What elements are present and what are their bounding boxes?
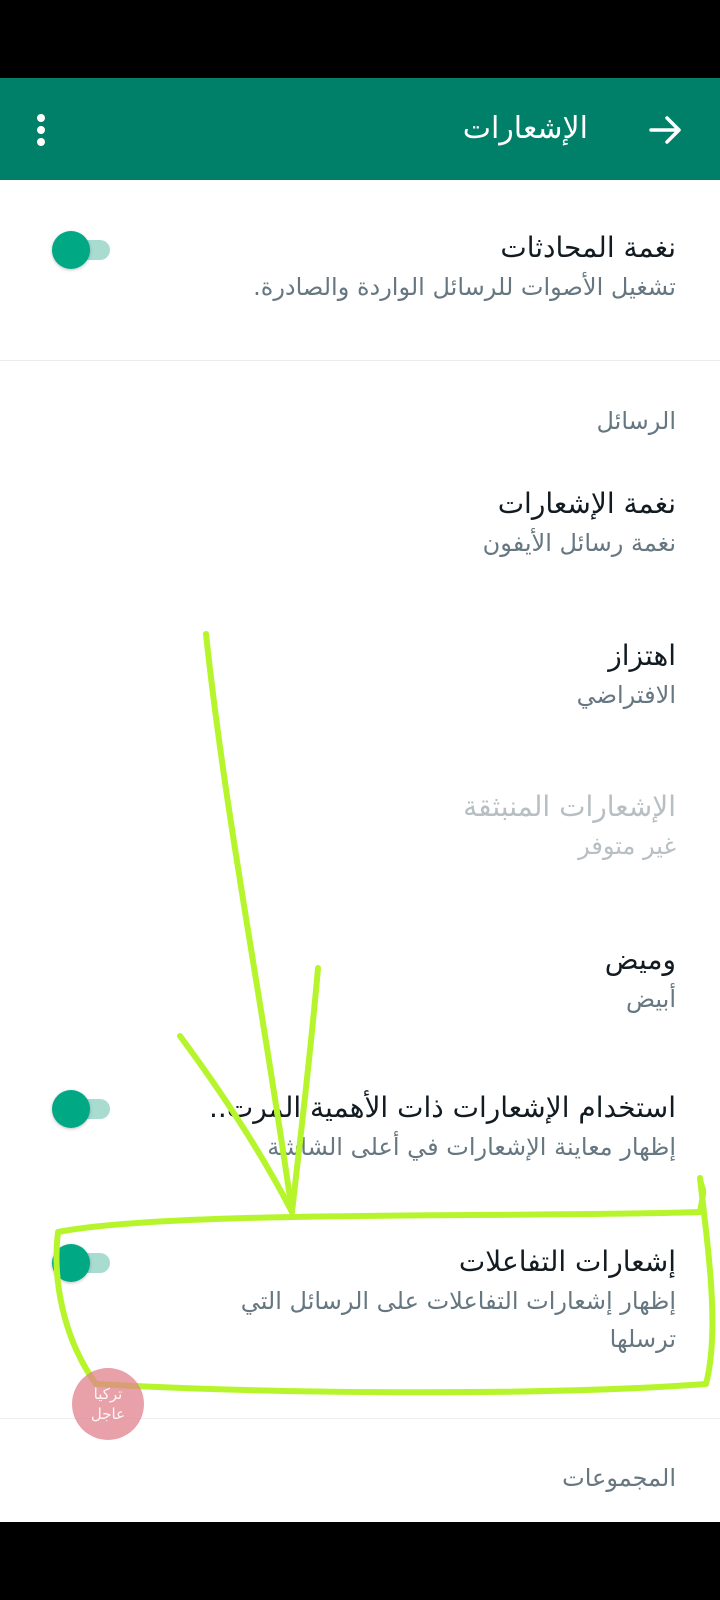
arrow-back-icon — [649, 116, 681, 144]
section-label-groups: المجموعات — [562, 1464, 676, 1492]
divider — [0, 360, 720, 361]
setting-subtitle: تشغيل الأصوات للرسائل الواردة والصادرة. — [253, 273, 676, 301]
setting-light[interactable]: وميض أبيض — [56, 940, 676, 1018]
status-bar-area — [0, 0, 720, 78]
toggle-knob — [52, 231, 90, 269]
setting-value: غير متوفر — [578, 832, 676, 860]
setting-value: الافتراضي — [576, 681, 676, 709]
setting-title: نغمة المحادثات — [500, 231, 676, 264]
navigation-bar-area — [0, 1522, 720, 1600]
setting-subtitle: إظهار إشعارات التفاعلات على الرسائل التي — [240, 1287, 676, 1315]
setting-title: نغمة الإشعارات — [497, 487, 676, 520]
setting-title: استخدام الإشعارات ذات الأهمية المرت.. — [209, 1091, 676, 1124]
setting-subtitle: إظهار معاينة الإشعارات في أعلى الشاشة — [267, 1133, 676, 1161]
toggle-knob — [52, 1090, 90, 1128]
watermark-text-line2: عاجل — [90, 1405, 126, 1423]
setting-title: وميض — [604, 943, 676, 976]
more-options-button[interactable] — [26, 108, 56, 152]
setting-high-priority[interactable]: استخدام الإشعارات ذات الأهمية المرت.. إظ… — [56, 1088, 676, 1166]
reaction-notifications-toggle[interactable] — [52, 1244, 110, 1282]
watermark-logo: تركيا عاجل — [72, 1368, 144, 1440]
setting-subtitle: ترسلها — [609, 1325, 676, 1353]
watermark-text-line1: تركيا — [93, 1385, 123, 1403]
setting-popup-notifications: الإشعارات المنبثقة غير متوفر — [56, 787, 676, 865]
high-priority-toggle[interactable] — [52, 1090, 110, 1128]
more-vert-icon — [37, 114, 45, 146]
setting-conversation-tones[interactable]: نغمة المحادثات تشغيل الأصوات للرسائل الو… — [56, 228, 676, 306]
section-label-messages: الرسائل — [596, 407, 677, 435]
app-bar: الإشعارات — [0, 78, 720, 180]
setting-title: اهتزاز — [608, 639, 676, 672]
conversation-tones-toggle[interactable] — [52, 231, 110, 269]
back-button[interactable] — [646, 110, 686, 150]
setting-vibrate[interactable]: اهتزاز الافتراضي — [56, 636, 676, 714]
setting-value: أبيض — [626, 985, 676, 1013]
page-title: الإشعارات — [462, 111, 588, 146]
toggle-knob — [52, 1244, 90, 1282]
setting-notification-tone[interactable]: نغمة الإشعارات نغمة رسائل الأيفون — [56, 484, 676, 562]
setting-value: نغمة رسائل الأيفون — [482, 529, 676, 557]
setting-reaction-notifications[interactable]: إشعارات التفاعلات إظهار إشعارات التفاعلا… — [56, 1242, 676, 1358]
setting-title: إشعارات التفاعلات — [458, 1245, 676, 1278]
setting-title: الإشعارات المنبثقة — [463, 790, 676, 823]
